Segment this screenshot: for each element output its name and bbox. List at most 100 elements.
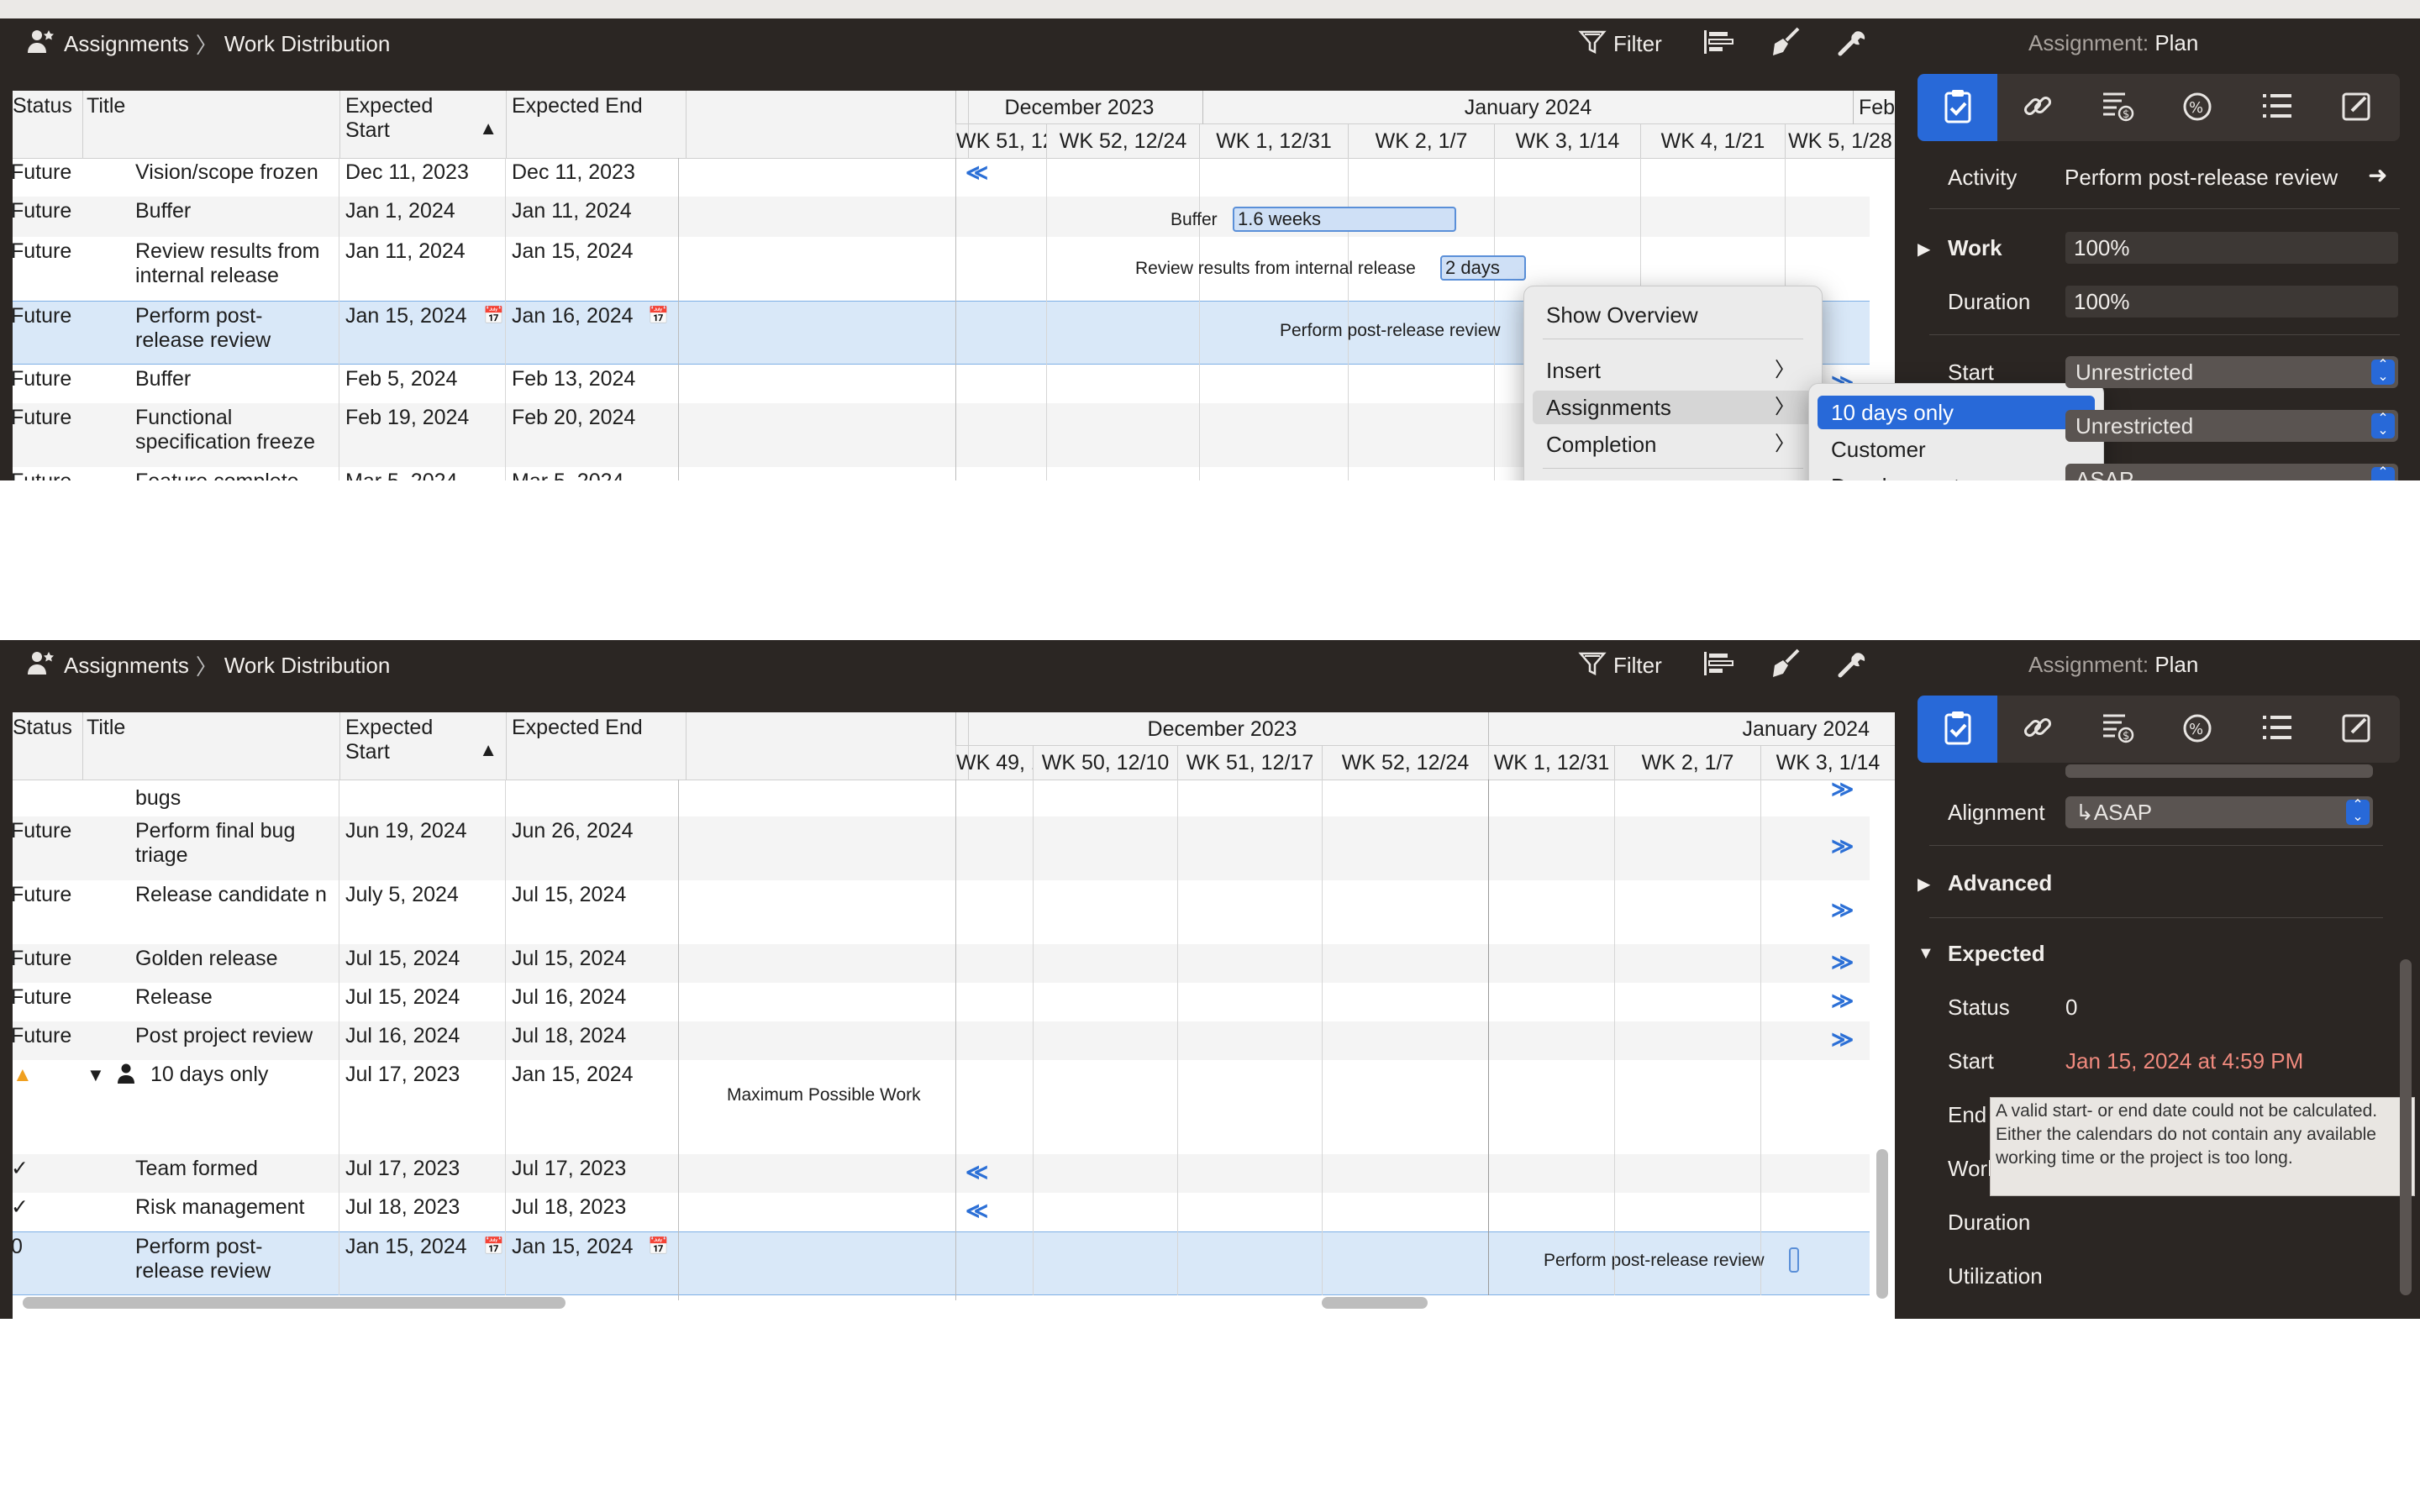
divider <box>1929 334 2400 335</box>
submenu-item-10-days-only[interactable]: 10 days only <box>1818 396 2095 429</box>
menu-item-insert[interactable]: Insert 〉 <box>1533 354 1813 387</box>
row-status: 0 <box>13 1235 23 1258</box>
title-column-header[interactable]: Title <box>83 91 340 158</box>
tab-assignment[interactable] <box>1918 696 1997 763</box>
column-header: Status Title Expected Start ▲ Expected En… <box>13 712 1895 780</box>
clean-up-button[interactable] <box>1770 648 1802 680</box>
row-title: Team formed <box>135 1157 258 1180</box>
wrench-icon <box>1837 648 1869 683</box>
breadcrumb-assignments[interactable]: Assignments <box>64 653 189 679</box>
filter-button[interactable]: Filter <box>1578 29 1662 59</box>
table-row[interactable]: Future Buffer Jan 1, 2024 Jan 11, 2024 <box>13 197 1870 237</box>
tab-notes[interactable] <box>2317 74 2396 141</box>
tab-completion[interactable]: % <box>2157 696 2237 763</box>
row-title: Golden release <box>135 947 278 970</box>
tab-list[interactable] <box>2237 74 2317 141</box>
menu-item-show-overview[interactable]: Show Overview <box>1533 298 1813 332</box>
calendar-icon[interactable]: 📅 <box>648 304 669 328</box>
submenu-item-customer[interactable]: Customer <box>1818 433 2095 466</box>
inspector-scrollbar[interactable] <box>2400 959 2412 1295</box>
menu-item-completion[interactable]: Completion 〉 <box>1533 428 1813 461</box>
table-row[interactable]: ✓ Team formed Jul 17, 2023 Jul 17, 2023 <box>13 1154 1870 1193</box>
table-row[interactable]: Future Vision/scope frozen Dec 11, 2023 … <box>13 158 1870 197</box>
table-row-selected[interactable]: 0 Perform post-release review Jan 15, 20… <box>13 1231 1870 1295</box>
work-field[interactable]: 100% <box>2065 232 2398 264</box>
tab-dependencies[interactable] <box>1997 74 2077 141</box>
timeline-week: WK 51, 12/17 <box>1177 746 1322 780</box>
end-column-header[interactable]: Expected End <box>507 91 687 158</box>
tab-assignment[interactable] <box>1918 74 1997 141</box>
end-column-header[interactable]: Expected End <box>507 712 687 780</box>
scroll-right-arrow-icon[interactable]: ≫ <box>1831 897 1854 923</box>
end-constraint-popup[interactable]: Unrestricted ⌃ ⌄ <box>2065 410 2398 442</box>
outline-horizontal-scrollbar[interactable] <box>23 1297 566 1309</box>
disclosure-triangle-icon[interactable]: ▼ <box>87 1063 105 1087</box>
graph-column-header <box>687 712 969 780</box>
start-constraint-popup[interactable]: Unrestricted ⌃ ⌄ <box>2065 356 2398 388</box>
table-row[interactable]: Future Post project review Jul 16, 2024 … <box>13 1021 1870 1060</box>
arrow-right-icon[interactable]: ➜ <box>2368 161 2387 189</box>
tab-cost[interactable]: $ <box>2077 74 2157 141</box>
timeline-week: WK 5, 1/28 <box>1785 124 1895 158</box>
table-row[interactable]: bugs <box>13 780 1870 816</box>
filter-button[interactable]: Filter <box>1578 650 1662 680</box>
start-column-header[interactable]: Expected Start ▲ <box>340 91 507 158</box>
chevron-updown-icon: ⌃⌄ <box>2371 466 2395 480</box>
tab-dependencies[interactable] <box>1997 696 2077 763</box>
gantt-bar[interactable]: 2 days <box>1440 255 1526 281</box>
scroll-right-arrow-icon[interactable]: ≫ <box>1831 1026 1854 1053</box>
row-end: Mar 5, 2024 <box>512 470 623 480</box>
calendar-icon[interactable]: 📅 <box>483 1235 504 1259</box>
table-row[interactable]: Future Release candidate n July 5, 2024 … <box>13 880 1870 944</box>
vertical-scrollbar[interactable] <box>1876 1149 1888 1299</box>
week-gridline <box>1046 158 1047 480</box>
settings-button[interactable] <box>1837 29 1869 59</box>
table-row[interactable]: Future Perform final bug triage Jun 19, … <box>13 816 1870 880</box>
divider <box>1929 845 2383 846</box>
breadcrumb-work-distribution[interactable]: Work Distribution <box>224 653 390 679</box>
gantt-view-button[interactable] <box>1702 29 1736 59</box>
calendar-icon[interactable]: 📅 <box>648 1235 669 1259</box>
disclosure-triangle-icon[interactable]: ▶ <box>1918 239 1930 260</box>
gantt-view-button[interactable] <box>1702 650 1736 680</box>
tab-notes[interactable] <box>2317 696 2396 763</box>
tab-cost[interactable]: $ <box>2077 696 2157 763</box>
scroll-left-arrow-icon[interactable]: ≪ <box>965 1198 988 1224</box>
calendar-icon[interactable]: 📅 <box>483 304 504 328</box>
tab-completion[interactable]: % <box>2157 74 2237 141</box>
settings-button[interactable] <box>1837 650 1869 680</box>
table-row[interactable]: ✓ Risk management Jul 18, 2023 Jul 18, 2… <box>13 1193 1870 1231</box>
submenu-item-development[interactable]: Development <box>1818 470 2095 480</box>
table-row[interactable]: Future Golden release Jul 15, 2024 Jul 1… <box>13 944 1870 983</box>
status-column-header[interactable]: Status <box>13 91 83 158</box>
gantt-bar[interactable] <box>1789 1247 1799 1273</box>
table-row[interactable]: Future Release Jul 15, 2024 Jul 16, 2024 <box>13 983 1870 1021</box>
alignment-popup[interactable]: ↳ASAP ⌃ ⌄ <box>2065 796 2373 828</box>
row-end: Jul 16, 2024 <box>512 985 627 1009</box>
disclosure-triangle-icon[interactable]: ▶ <box>1918 874 1930 895</box>
table-row-group[interactable]: ▲ ▼ 10 days only Jul 17, 2023 Jan 15, 20… <box>13 1060 1870 1154</box>
start-column-header[interactable]: Expected Start ▲ <box>340 712 507 780</box>
duration-field[interactable]: 100% <box>2065 286 2398 318</box>
menu-item-assignments[interactable]: Assignments 〉 <box>1533 391 1813 424</box>
filter-icon <box>1578 28 1607 60</box>
breadcrumb-work-distribution[interactable]: Work Distribution <box>224 31 390 57</box>
scroll-left-arrow-icon[interactable]: ≪ <box>965 1159 988 1185</box>
scroll-right-arrow-icon[interactable]: ≫ <box>1831 988 1854 1014</box>
clean-up-button[interactable] <box>1770 27 1802 59</box>
advanced-section-label[interactable]: Advanced <box>1948 870 2052 896</box>
scroll-left-arrow-icon[interactable]: ≪ <box>965 160 988 186</box>
alignment-popup[interactable]: ASAP ⌃⌄ <box>2065 464 2398 480</box>
scroll-right-arrow-icon[interactable]: ≫ <box>1831 776 1854 802</box>
title-column-header[interactable]: Title <box>83 712 340 780</box>
timeline-horizontal-scrollbar[interactable] <box>1322 1297 1428 1309</box>
status-column-header[interactable]: Status <box>13 712 83 780</box>
disclosure-triangle-open-icon[interactable]: ▼ <box>1918 944 1934 963</box>
tab-list[interactable] <box>2237 696 2317 763</box>
breadcrumb-assignments[interactable]: Assignments <box>64 31 189 57</box>
gantt-bar[interactable]: 1.6 weeks <box>1233 207 1456 232</box>
sort-ascending-icon: ▲ <box>479 118 497 139</box>
expected-section-label[interactable]: Expected <box>1948 941 2045 967</box>
scroll-right-arrow-icon[interactable]: ≫ <box>1831 833 1854 859</box>
scroll-right-arrow-icon[interactable]: ≫ <box>1831 949 1854 975</box>
